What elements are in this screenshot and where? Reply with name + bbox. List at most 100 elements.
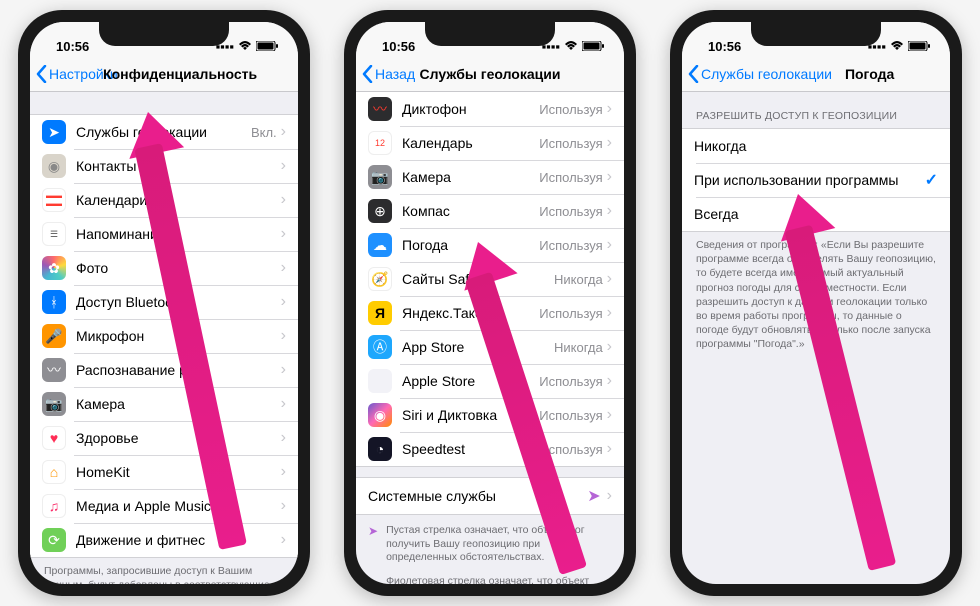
back-button[interactable]: Назад (356, 65, 415, 83)
system-services-list: Системные службы ➤ › (356, 477, 624, 515)
reminders-icon: ☰ (42, 222, 66, 246)
chevron-right-icon: › (281, 259, 286, 277)
chevron-left-icon (362, 65, 373, 83)
row-app-store[interactable]: ⒶApp StoreНикогда› (356, 330, 624, 364)
arrow-purple-icon: ➤ (368, 575, 378, 584)
battery-icon (908, 39, 930, 54)
chevron-right-icon: › (281, 225, 286, 243)
row-camera[interactable]: 📷КамераИспользуя› (356, 160, 624, 194)
row-calendars[interactable]: ▬▬▬▬ Календари › (30, 183, 298, 217)
nav-bar: Службы геолокации Погода (682, 56, 950, 92)
compass-icon: ⊕ (368, 199, 392, 223)
weather-icon: ☁ (368, 233, 392, 257)
chevron-right-icon: › (607, 202, 612, 220)
phone-weather-permission: 10:56 ▪▪▪▪ Службы геолокации Погода РАЗР… (670, 10, 962, 596)
chevron-right-icon: › (281, 327, 286, 345)
microphone-icon: 🎤 (42, 324, 66, 348)
chevron-right-icon: › (281, 463, 286, 481)
row-photos[interactable]: ✿ Фото › (30, 251, 298, 285)
row-location-services[interactable]: ➤ Службы геолокации Вкл. › (30, 115, 298, 149)
chevron-right-icon: › (281, 497, 286, 515)
row-weather[interactable]: ☁ПогодаИспользуя› (356, 228, 624, 262)
health-icon: ♥ (42, 426, 66, 450)
chevron-right-icon: › (281, 191, 286, 209)
row-media[interactable]: ♫ Медиа и Apple Music › (30, 489, 298, 523)
status-time: 10:56 (708, 39, 741, 54)
row-system-services[interactable]: Системные службы ➤ › (356, 478, 624, 514)
appstore-icon: Ⓐ (368, 335, 392, 359)
row-detail: Вкл. (251, 125, 277, 140)
bluetooth-icon: ᚼ (42, 290, 66, 314)
checkmark-icon: ✓ (925, 170, 938, 190)
chevron-left-icon (688, 65, 699, 83)
option-while-using[interactable]: При использовании программы ✓ (682, 163, 950, 197)
chevron-right-icon: › (607, 440, 612, 458)
battery-icon (582, 39, 604, 54)
nav-title: Погода (845, 66, 894, 82)
row-compass[interactable]: ⊕КомпасИспользуя› (356, 194, 624, 228)
row-speech[interactable]: 〰 Распознавание речи › (30, 353, 298, 387)
footnote: Сведения от программы: «Если Вы разрешит… (682, 232, 950, 357)
music-icon: ♫ (42, 494, 66, 518)
option-always[interactable]: Всегда (682, 197, 950, 231)
option-never[interactable]: Никогда (682, 129, 950, 163)
screen: 10:56 ▪▪▪▪ Службы геолокации Погода РАЗР… (682, 22, 950, 584)
legend: ➤Пустая стрелка означает, что объект мог… (356, 515, 624, 584)
row-reminders[interactable]: ☰ Напоминания › (30, 217, 298, 251)
row-health[interactable]: ♥ Здоровье › (30, 421, 298, 455)
chevron-right-icon: › (607, 372, 612, 390)
row-safari[interactable]: 🧭Сайты SafariНикогда› (356, 262, 624, 296)
notch (99, 22, 229, 46)
content[interactable]: 〰ДиктофонИспользуя› 12КалендарьИспользуя… (356, 92, 624, 584)
contacts-icon: ◉ (42, 154, 66, 178)
row-homekit[interactable]: ⌂ HomeKit › (30, 455, 298, 489)
apps-list: 〰ДиктофонИспользуя› 12КалендарьИспользуя… (356, 92, 624, 467)
status-time: 10:56 (56, 39, 89, 54)
permission-options: Никогда При использовании программы ✓ Вс… (682, 128, 950, 232)
speedtest-icon: ◔ (368, 437, 392, 461)
motion-icon: ⟳ (42, 528, 66, 552)
row-siri[interactable]: ◉Siri и ДиктовкаИспользуя› (356, 398, 624, 432)
row-bluetooth[interactable]: ᚼ Доступ Bluetooth › (30, 285, 298, 319)
status-right: ▪▪▪▪ (216, 39, 278, 54)
chevron-right-icon: › (281, 531, 286, 549)
content[interactable]: ➤ Службы геолокации Вкл. › ◉ Контакты › … (30, 92, 298, 584)
arrow-hollow-icon: ➤ (368, 524, 378, 565)
row-apple-store[interactable]: Apple StoreИспользуя› (356, 364, 624, 398)
section-header: РАЗРЕШИТЬ ДОСТУП К ГЕОПОЗИЦИИ (682, 92, 950, 128)
screen: 10:56 ▪▪▪▪ Настройки Конфиденциальность (30, 22, 298, 584)
nav-title: Службы геолокации (420, 66, 561, 82)
content[interactable]: РАЗРЕШИТЬ ДОСТУП К ГЕОПОЗИЦИИ Никогда Пр… (682, 92, 950, 584)
footnote: Программы, запросившие доступ к Вашим да… (30, 558, 298, 584)
back-label: Назад (375, 66, 415, 82)
legend-hollow: ➤Пустая стрелка означает, что объект мог… (356, 519, 624, 570)
applestore-icon (368, 369, 392, 393)
row-yandex-taxi[interactable]: ЯЯндекс.ТаксиИспользуя› (356, 296, 624, 330)
row-speedtest[interactable]: ◔SpeedtestИспользуя› (356, 432, 624, 466)
chevron-right-icon: › (281, 293, 286, 311)
wifi-icon (564, 39, 578, 54)
yandex-icon: Я (368, 301, 392, 325)
back-button[interactable]: Службы геолокации (682, 65, 832, 83)
row-calendar[interactable]: 12КалендарьИспользуя› (356, 126, 624, 160)
chevron-right-icon: › (607, 236, 612, 254)
camera-icon: 📷 (42, 392, 66, 416)
row-camera[interactable]: 📷 Камера › (30, 387, 298, 421)
chevron-right-icon: › (281, 395, 286, 413)
notch (425, 22, 555, 46)
chevron-right-icon: › (281, 429, 286, 447)
chevron-left-icon (36, 65, 47, 83)
chevron-right-icon: › (607, 338, 612, 356)
status-right: ▪▪▪▪ (868, 39, 930, 54)
chevron-right-icon: › (607, 406, 612, 424)
status-time: 10:56 (382, 39, 415, 54)
row-motion[interactable]: ⟳ Движение и фитнес › (30, 523, 298, 557)
row-voice-memos[interactable]: 〰ДиктофонИспользуя› (356, 92, 624, 126)
legend-purple: ➤Фиолетовая стрелка означает, что объект… (356, 570, 624, 584)
siri-icon: ◉ (368, 403, 392, 427)
row-microphone[interactable]: 🎤 Микрофон › (30, 319, 298, 353)
location-arrow-icon: ➤ (587, 486, 600, 506)
chevron-right-icon: › (281, 123, 286, 141)
row-contacts[interactable]: ◉ Контакты › (30, 149, 298, 183)
homekit-icon: ⌂ (42, 460, 66, 484)
